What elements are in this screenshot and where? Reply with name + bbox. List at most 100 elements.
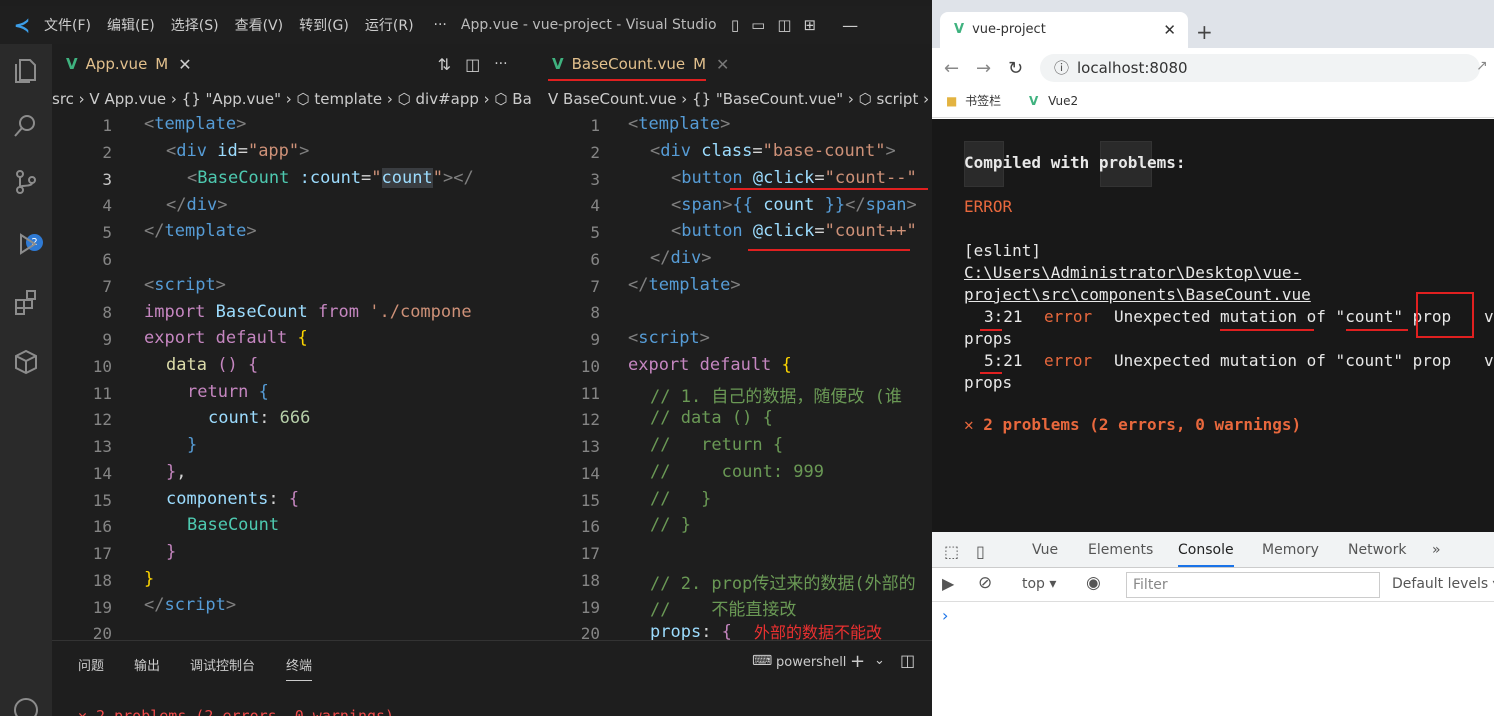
tab-problems[interactable]: 问题 xyxy=(78,655,104,674)
minimize-icon[interactable]: — xyxy=(842,16,858,35)
account-icon[interactable] xyxy=(10,696,42,716)
bookmark-vue2[interactable]: Vue2 xyxy=(1048,94,1078,108)
line-number: 12 xyxy=(580,410,600,430)
menu-selection[interactable]: 选择(S) xyxy=(171,15,219,35)
tab-console[interactable]: Console xyxy=(1178,542,1234,567)
breadcrumb[interactable]: V BaseCount.vue › {} "BaseCount.vue" › ⬡… xyxy=(548,86,932,112)
window-title: App.vue - vue-project - Visual Studio ..… xyxy=(460,17,719,33)
code-line: data () { xyxy=(166,355,259,375)
new-terminal-icon[interactable]: + xyxy=(850,651,865,672)
editor-app-vue[interactable]: 1 2 3 4 5 6 7 8 9 10 11 12 13 14 15 16 17 18 19 20 <templat… xyxy=(52,112,538,640)
tab-elements[interactable]: Elements xyxy=(1088,542,1153,558)
code-line: BaseCount xyxy=(187,515,280,535)
line-number: 17 xyxy=(92,544,112,563)
modified-badge: M xyxy=(155,55,169,73)
breadcrumb[interactable]: src › V App.vue › {} "App.vue" › ⬡ templ… xyxy=(52,86,538,112)
code-line: // 1. 自己的数据，随便改 (谁 xyxy=(650,387,902,407)
clear-console-icon[interactable]: ⊘ xyxy=(978,573,992,593)
menu-go[interactable]: 转到(G) xyxy=(299,15,349,35)
code-line: <script> xyxy=(144,275,226,295)
log-levels-dropdown[interactable]: Default levels ▾ xyxy=(1392,576,1494,592)
line-number: 20 xyxy=(580,624,600,640)
eye-icon[interactable]: ◉ xyxy=(1086,573,1101,593)
context-selector[interactable]: top ▾ xyxy=(1022,576,1056,592)
more-tabs-icon[interactable]: » xyxy=(1432,542,1441,558)
share-icon[interactable]: ↗ xyxy=(1476,58,1488,74)
tab-vue[interactable]: Vue xyxy=(1032,542,1058,558)
line-number: 19 xyxy=(580,597,600,617)
editor-basecount-vue[interactable]: 1 2 3 4 5 6 7 8 9 10 11 12 13 14 15 16 17 18 19 20 <templat… xyxy=(540,112,932,640)
menu-edit[interactable]: 编辑(E) xyxy=(107,15,155,35)
sidebar-toggle-icon[interactable]: ▶ xyxy=(942,574,954,593)
tab-label: BaseCount.vue xyxy=(571,55,686,73)
search-icon[interactable] xyxy=(10,112,42,144)
chevron-down-icon[interactable]: ⌄ xyxy=(874,653,885,668)
split-terminal-icon[interactable]: ◫ xyxy=(900,651,915,670)
error-kind: error xyxy=(1044,351,1093,370)
line-number: 16 xyxy=(92,517,112,537)
menu-view[interactable]: 查看(V) xyxy=(235,15,284,35)
tab-app-vue[interactable]: V App.vue M ✕ ⇅ ◫ ··· xyxy=(52,44,536,84)
more-actions-icon[interactable]: ··· xyxy=(494,56,507,72)
code-line: </div> xyxy=(650,248,712,268)
line-number: 15 xyxy=(580,490,600,510)
customize-layout-icon[interactable]: ⊞ xyxy=(804,16,817,34)
highlight-box xyxy=(1416,292,1474,338)
source-control-icon[interactable] xyxy=(10,168,42,200)
console-prompt[interactable]: › xyxy=(942,606,948,625)
new-tab-button[interactable]: + xyxy=(1196,20,1213,44)
line-number: 14 xyxy=(580,463,600,483)
tab-basecount-vue[interactable]: V BaseCount.vue M ✕ xyxy=(540,44,932,84)
run-debug-icon[interactable] xyxy=(10,230,42,262)
menu-run[interactable]: 运行(R) xyxy=(365,15,414,35)
tab-memory[interactable]: Memory xyxy=(1262,542,1319,558)
terminal-shell-label[interactable]: powershell xyxy=(776,655,846,670)
toggle-secondary-sidebar-icon[interactable]: ◫ xyxy=(777,16,791,34)
extensions-icon[interactable] xyxy=(10,288,42,320)
line-number: 7 xyxy=(590,276,600,296)
tab-output[interactable]: 输出 xyxy=(134,655,160,674)
line-number: 9 xyxy=(102,330,112,349)
back-icon[interactable]: ← xyxy=(944,58,959,79)
toggle-panel-icon[interactable]: ▭ xyxy=(751,16,765,34)
code-line: // data () { xyxy=(650,408,773,428)
bookmark-folder[interactable]: 书签栏 xyxy=(965,94,1001,108)
line-number: 1 xyxy=(590,116,600,135)
filter-input[interactable]: Filter xyxy=(1126,572,1380,598)
inspect-element-icon[interactable]: ⬚ xyxy=(944,542,959,561)
tab-network[interactable]: Network xyxy=(1348,542,1406,558)
line-number: 15 xyxy=(92,490,112,510)
file-path-link[interactable]: C:\Users\Administrator\Desktop\vue- xyxy=(964,263,1301,282)
tab-debug-console[interactable]: 调试控制台 xyxy=(190,655,255,674)
console-output[interactable]: › xyxy=(932,602,1494,716)
device-toolbar-icon[interactable]: ▯ xyxy=(976,542,985,561)
code-line: components: { xyxy=(166,489,300,509)
address-bar[interactable]: ⓘ localhost:8080 xyxy=(1040,54,1480,82)
close-icon[interactable]: ✕ xyxy=(716,55,729,74)
underline-annotation xyxy=(980,329,1002,331)
line-number: 11 xyxy=(580,383,600,403)
line-number: 4 xyxy=(102,196,112,216)
tab-terminal[interactable]: 终端 xyxy=(286,655,313,681)
url-text: localhost:8080 xyxy=(1077,59,1188,77)
split-editor-icon[interactable]: ◫ xyxy=(465,55,480,74)
remote-explorer-icon[interactable] xyxy=(10,348,42,380)
close-tab-icon[interactable]: ✕ xyxy=(1163,12,1176,48)
code-line: return { xyxy=(187,382,269,402)
close-icon[interactable]: ✕ xyxy=(178,55,191,74)
menu-file[interactable]: 文件(F) xyxy=(44,15,91,35)
reload-icon[interactable]: ↻ xyxy=(1008,58,1023,79)
line-number: 4 xyxy=(590,196,600,216)
title-bar: ≺ 文件(F) 编辑(E) 选择(S) 查看(V) 转到(G) 运行(R) ··… xyxy=(0,6,932,44)
line-number: 11 xyxy=(92,383,112,403)
toggle-sidebar-icon[interactable]: ▯ xyxy=(731,16,739,34)
browser-tab[interactable]: Vvue-project ✕ xyxy=(940,12,1188,48)
info-icon[interactable]: ⓘ xyxy=(1054,59,1069,77)
menu-more[interactable]: ··· xyxy=(434,17,447,33)
line-number: 17 xyxy=(580,544,600,563)
forward-icon[interactable]: → xyxy=(976,58,991,79)
compare-changes-icon[interactable]: ⇅ xyxy=(438,55,451,74)
error-message: Unexpected mutation of "count" prop xyxy=(1114,351,1452,370)
file-path-link[interactable]: project\src\components\BaseCount.vue xyxy=(964,285,1311,304)
explorer-icon[interactable] xyxy=(10,56,42,88)
